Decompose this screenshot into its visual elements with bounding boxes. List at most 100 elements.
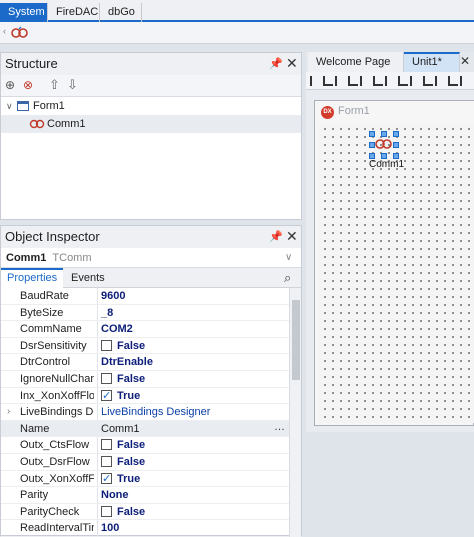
tree-item-label: Comm1 <box>47 118 86 130</box>
checkbox[interactable] <box>101 456 112 467</box>
resize-handle[interactable] <box>369 131 375 137</box>
align-icon[interactable] <box>335 76 345 86</box>
property-row[interactable]: ReadIntervalTimeout 100 <box>1 520 289 537</box>
tab-label: Unit1* <box>412 56 442 68</box>
property-name: Outx_DsrFlow <box>20 456 90 468</box>
property-name: ParityCheck <box>20 505 80 518</box>
palette-tab-firedac[interactable]: FireDAC <box>48 3 100 22</box>
align-icon[interactable] <box>460 76 470 86</box>
property-value[interactable]: False <box>101 504 145 521</box>
property-row[interactable]: ByteSize _8 <box>1 305 289 322</box>
align-icon[interactable] <box>397 76 408 86</box>
property-value[interactable]: False <box>101 338 145 355</box>
checkbox[interactable] <box>101 471 112 487</box>
property-row[interactable]: Outx_XonXoffFlow True <box>1 471 289 487</box>
comm1-component[interactable] <box>369 131 399 159</box>
checkbox[interactable] <box>101 373 112 384</box>
scrollbar-thumb[interactable] <box>292 300 300 380</box>
search-icon[interactable]: ⌕ <box>284 270 291 286</box>
align-icon[interactable] <box>385 76 395 86</box>
property-value-text: COM2 <box>101 323 133 336</box>
checkbox[interactable] <box>101 439 112 451</box>
palette-tab-system[interactable]: System <box>0 3 48 22</box>
property-value[interactable]: _8 <box>101 305 113 322</box>
form-design-surface[interactable]: Comm1 <box>319 123 474 423</box>
property-name: CommName <box>20 323 82 336</box>
align-icon[interactable] <box>410 76 420 86</box>
property-row[interactable]: CommName COM2 <box>1 321 289 338</box>
property-value-text: None <box>101 489 129 502</box>
chevron-down-icon[interactable]: ∨ <box>6 97 13 115</box>
document-tabs: Welcome Page Unit1* ✕ <box>306 52 474 72</box>
move-down-icon[interactable]: ⇩ <box>67 77 78 93</box>
resize-handle[interactable] <box>393 142 399 148</box>
align-icon[interactable] <box>347 76 358 86</box>
property-value[interactable]: False <box>101 371 145 388</box>
form-window[interactable]: DX Form1 Comm1 <box>314 100 474 426</box>
close-tab-icon[interactable]: ✕ <box>460 54 470 68</box>
ellipsis-button[interactable]: … <box>274 419 285 436</box>
chevron-right-icon[interactable]: › <box>7 404 10 421</box>
checkbox[interactable] <box>101 339 112 351</box>
tree-item-form1[interactable]: ∨ Form1 <box>1 97 301 115</box>
tab-unit1[interactable]: Unit1* <box>404 52 460 72</box>
property-value[interactable]: Comm1 <box>101 421 140 438</box>
property-row[interactable]: IgnoreNullChar False <box>1 371 289 388</box>
property-row[interactable]: DtrControl DtrEnable <box>1 354 289 371</box>
property-row[interactable]: › LiveBindings Designer LiveBindings Desig… <box>1 404 289 421</box>
property-row[interactable]: Inx_XonXoffFlow True <box>1 388 289 404</box>
align-icon[interactable] <box>372 76 383 86</box>
property-row[interactable]: BaudRate 9600 <box>1 288 289 305</box>
property-row[interactable]: ParityCheck False <box>1 504 289 521</box>
align-icon[interactable] <box>360 76 370 86</box>
property-value[interactable]: DtrEnable <box>101 354 153 371</box>
pin-icon[interactable]: 📌 <box>269 57 283 70</box>
resize-handle[interactable] <box>369 142 375 148</box>
component-selector[interactable]: Comm1 TComm ∨ <box>1 248 301 268</box>
property-value[interactable]: True <box>101 388 140 404</box>
property-value-text: _8 <box>101 306 114 319</box>
checkbox[interactable] <box>101 505 112 517</box>
delete-item-icon[interactable]: ⊗ <box>23 78 33 92</box>
align-icon[interactable] <box>435 76 445 86</box>
tree-item-comm1[interactable]: Comm1 <box>1 115 301 133</box>
property-value-text: False <box>117 456 146 468</box>
component-palette: ‹ <box>0 22 474 44</box>
palette-tab-dbgo[interactable]: dbGo <box>100 3 142 22</box>
property-value[interactable]: True <box>101 471 140 487</box>
tree-item-label: Form1 <box>33 100 65 112</box>
close-icon[interactable]: ✕ <box>286 228 298 245</box>
tab-events[interactable]: Events <box>65 268 115 288</box>
comm-component-icon[interactable] <box>10 25 30 41</box>
align-icon[interactable] <box>322 76 333 86</box>
resize-handle[interactable] <box>381 131 387 137</box>
tab-properties[interactable]: Properties <box>1 268 63 288</box>
property-value[interactable]: False <box>101 454 145 471</box>
property-value[interactable]: LiveBindings Designer <box>101 404 210 421</box>
property-value[interactable]: None <box>101 487 129 504</box>
palette-scroll-left-icon[interactable]: ‹ <box>3 26 6 36</box>
property-value[interactable]: 9600 <box>101 288 125 305</box>
property-value-text: 9600 <box>101 290 126 302</box>
property-value[interactable]: COM2 <box>101 321 133 338</box>
align-icon[interactable] <box>310 76 320 86</box>
pin-icon[interactable]: 📌 <box>269 230 283 243</box>
checkbox[interactable] <box>101 388 112 404</box>
property-row[interactable]: Outx_DsrFlow False <box>1 454 289 471</box>
property-grid-scrollbar[interactable] <box>289 288 301 537</box>
align-icon[interactable] <box>447 76 458 86</box>
property-row[interactable]: Outx_CtsFlow False <box>1 437 289 454</box>
property-row[interactable]: Name Comm1… <box>1 419 289 438</box>
tab-welcome-page[interactable]: Welcome Page <box>308 52 404 72</box>
property-row[interactable]: DsrSensitivity False <box>1 338 289 355</box>
close-icon[interactable]: ✕ <box>286 55 298 72</box>
selected-component-name: Comm1 <box>6 252 47 264</box>
chevron-down-icon[interactable]: ∨ <box>285 248 292 268</box>
new-item-icon[interactable]: ⊕ <box>5 78 15 92</box>
move-up-icon[interactable]: ⇧ <box>49 77 60 93</box>
property-row[interactable]: Parity None <box>1 487 289 504</box>
property-value[interactable]: 100 <box>101 520 119 537</box>
property-value[interactable]: False <box>101 437 145 454</box>
resize-handle[interactable] <box>393 131 399 137</box>
align-icon[interactable] <box>422 76 433 86</box>
